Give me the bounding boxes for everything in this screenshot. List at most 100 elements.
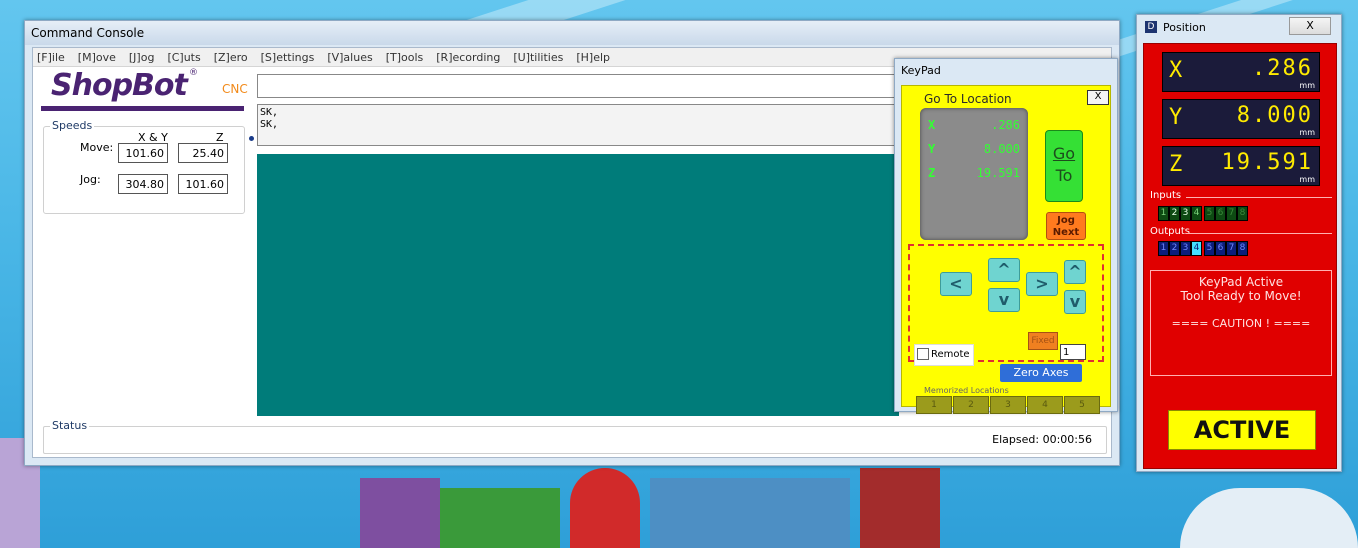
move-z-field[interactable]: 25.40 [178,143,228,163]
memory-slot-button[interactable]: 2 [953,396,989,414]
remote-option[interactable]: Remote [914,344,974,366]
display-axis-x: X [928,118,936,132]
menu-zero[interactable]: [Z]ero [214,51,248,64]
output-indicator: 7 [1226,241,1237,256]
input-indicator: 6 [1215,206,1226,221]
go-to-label-line1: Go [1052,144,1076,163]
input-indicator: 2 [1169,206,1180,221]
command-input[interactable] [257,74,899,98]
keypad-window: KeyPad Go To Location X X .286 Y 8.000 Z 19… [894,58,1118,414]
y-axis-readout: Y 8.000 mm [1162,99,1320,139]
position-body: X .286 mm Y 8.000 mm Z 19.591 mm Inputs … [1143,43,1337,469]
x-axis-value: .286 [1252,56,1313,81]
remote-label: Remote [931,349,970,360]
display-row-y: Y 8.000 [928,142,1020,156]
menu-file[interactable]: [F]ile [37,51,65,64]
x-axis-readout: X .286 mm [1162,52,1320,92]
fixed-step-button[interactable]: Fixed [1028,332,1058,350]
output-indicator: 3 [1180,241,1191,256]
jog-xy-field[interactable]: 304.80 [118,174,168,194]
memory-slot-button[interactable]: 1 [916,396,952,414]
output-indicator: 2 [1169,241,1180,256]
jog-right-button[interactable]: > [1026,272,1058,296]
z-axis-letter: Z [1169,152,1183,177]
remote-checkbox[interactable] [917,348,929,360]
output-indicator: 1 [1158,241,1169,256]
menu-help[interactable]: [H]elp [576,51,610,64]
menu-tools[interactable]: [T]ools [386,51,424,64]
keypad-titlebar: KeyPad [901,64,941,77]
status-title: Status [50,419,90,432]
input-indicator: 1 [1158,206,1169,221]
console-titlebar: Command Console [25,21,1119,45]
jog-up-button[interactable]: ^ [988,258,1020,282]
position-window-icon: D [1145,21,1157,33]
output-indicator: 5 [1204,241,1215,256]
echo-line: SK, [260,119,279,130]
elapsed-time: Elapsed: 00:00:56 [992,433,1092,446]
jog-next-button[interactable]: Jog Next [1046,212,1086,240]
jog-z-down-button[interactable]: v [1064,290,1086,314]
shopbot-logo: ShopBot ® CNC [41,68,248,111]
caution-line: ==== CAUTION ! ==== [1171,317,1311,330]
position-close-button[interactable]: X [1289,17,1331,35]
z-axis-value: 19.591 [1221,150,1313,175]
jog-next-line2: Next [1052,227,1080,238]
preview-area[interactable] [257,154,899,416]
z-axis-readout: Z 19.591 mm [1162,146,1320,186]
step-size-field[interactable]: 1 [1060,344,1086,360]
jog-next-line1: Jog [1057,215,1075,226]
keypad-body: Go To Location X X .286 Y 8.000 Z 19.591 Go… [901,85,1111,414]
output-indicator: 4 [1191,241,1202,256]
status-group: Status Elapsed: 00:00:56 [43,419,1107,454]
x-axis-unit: mm [1299,81,1315,90]
menu-jog[interactable]: [J]og [129,51,155,64]
menu-cuts[interactable]: [C]uts [167,51,200,64]
go-to-button[interactable]: Go To [1045,130,1083,202]
output-indicator: 6 [1215,241,1226,256]
move-xy-field[interactable]: 101.60 [118,143,168,163]
display-value-x: .286 [991,118,1020,132]
output-indicator: 8 [1237,241,1248,256]
message-line: KeyPad Active [1198,275,1284,289]
input-indicator: 4 [1191,206,1202,221]
display-value-y: 8.000 [983,142,1020,156]
position-title: Position [1163,21,1206,34]
position-window: D Position X X .286 mm Y 8.000 mm Z 19.5… [1136,14,1342,472]
divider [1186,233,1332,234]
display-axis-z: Z [928,166,936,180]
z-axis-unit: mm [1299,175,1315,184]
keypad-heading: Go To Location [924,92,1012,106]
memory-slot-button[interactable]: 3 [990,396,1026,414]
input-indicator: 5 [1204,206,1215,221]
move-speed-label: Move: [80,141,114,154]
message-line: Tool Ready to Move! [1180,289,1302,303]
divider [1186,197,1332,198]
menu-settings[interactable]: [S]ettings [261,51,315,64]
input-indicator: 7 [1226,206,1237,221]
menu-recording[interactable]: [R]ecording [436,51,500,64]
menu-values[interactable]: [V]alues [327,51,372,64]
zero-axes-button[interactable]: Zero Axes [1000,364,1082,382]
jog-z-up-button[interactable]: ^ [1064,260,1086,284]
display-row-x: X .286 [928,118,1020,132]
jog-z-field[interactable]: 101.60 [178,174,228,194]
speeds-title: Speeds [50,119,95,132]
keypad-close-button[interactable]: X [1087,90,1109,105]
inputs-label: Inputs [1150,190,1182,201]
menu-utilities[interactable]: [U]tilities [513,51,563,64]
speeds-group: Speeds X & Y Z Move: 101.60 25.40 Jog: 3… [43,119,245,214]
current-line-marker [249,136,254,141]
jog-down-button[interactable]: v [988,288,1020,312]
y-axis-unit: mm [1299,128,1315,137]
input-indicator: 8 [1237,206,1248,221]
menu-move[interactable]: [M]ove [78,51,116,64]
command-echo-area: SK, SK, [257,104,897,146]
goto-location-display: X .286 Y 8.000 Z 19.591 [920,108,1028,240]
memory-slot-button[interactable]: 5 [1064,396,1100,414]
logo-underline [41,106,244,111]
memorized-locations-label: Memorized Locations [924,386,1009,395]
jog-left-button[interactable]: < [940,272,972,296]
memory-slot-button[interactable]: 4 [1027,396,1063,414]
display-row-z: Z 19.591 [928,166,1020,180]
